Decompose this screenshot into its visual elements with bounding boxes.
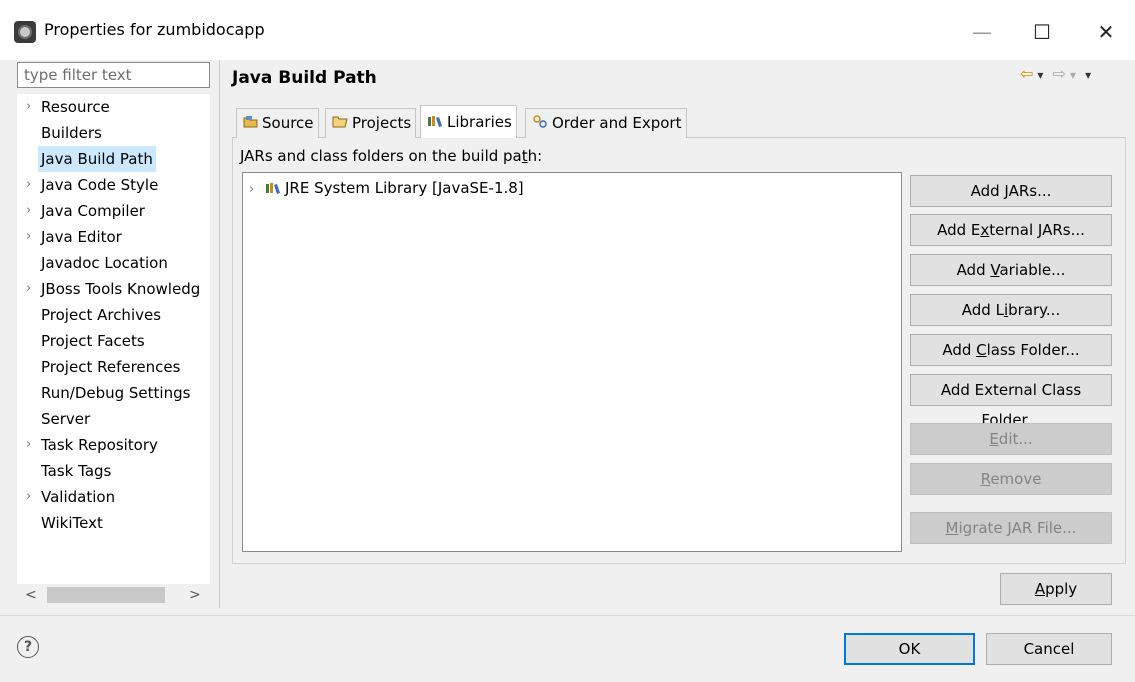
property-page-tree: › Resource Builders Java Build Path › Java… [17,94,210,584]
chevron-right-icon[interactable]: › [26,224,31,250]
page-title: Java Build Path [232,68,377,88]
window-title: Properties for zumbidocapp [44,20,265,39]
chevron-right-icon[interactable]: › [26,94,31,120]
nav-horizontal-scrollbar[interactable]: < > [17,584,210,606]
eclipse-app-icon [14,21,36,43]
libraries-heading: JARs and class folders on the build path… [240,147,543,165]
chevron-right-icon[interactable]: › [26,484,31,510]
chevron-right-icon[interactable]: › [249,182,254,197]
libraries-icon [428,116,442,127]
tab-libraries[interactable]: Libraries [420,105,517,138]
minimize-button[interactable]: — [962,14,1002,50]
close-button[interactable]: ✕ [1086,14,1126,50]
ok-button[interactable]: OK [844,633,975,665]
chevron-right-icon[interactable]: › [26,432,31,458]
view-menu-icon[interactable]: ▾ [1085,68,1091,82]
add-jars-button[interactable]: Add JARs... [910,175,1112,207]
forward-menu-icon[interactable]: ▾ [1070,68,1076,82]
history-navigation: ⇦ ▾ ⇨ ▾ ▾ [1016,64,1091,83]
cancel-button[interactable]: Cancel [986,633,1112,665]
add-external-jars-button[interactable]: Add External JARs... [910,214,1112,246]
chevron-right-icon[interactable]: › [26,172,31,198]
scrollbar-thumb[interactable] [47,587,165,603]
maximize-button[interactable]: ☐ [1022,14,1062,50]
forward-arrow-icon[interactable]: ⇨ [1053,64,1066,83]
projects-folder-icon [332,116,348,128]
help-icon[interactable]: ? [17,636,39,658]
add-class-folder-button[interactable]: Add Class Folder... [910,334,1112,366]
scroll-left-icon[interactable]: < [25,584,37,606]
library-icon [265,183,280,194]
back-menu-icon[interactable]: ▾ [1037,68,1043,82]
tab-projects[interactable]: Projects [325,108,417,138]
tab-order-export[interactable]: Order and Export [525,108,687,138]
add-variable-button[interactable]: Add Variable... [910,254,1112,286]
apply-button[interactable]: Apply [1000,573,1112,605]
footer-separator [0,615,1135,616]
back-arrow-icon[interactable]: ⇦ [1020,64,1033,83]
chevron-right-icon[interactable]: › [26,276,31,302]
migrate-jar-file-button[interactable]: Migrate JAR File... [910,512,1112,544]
filter-input[interactable] [17,62,210,88]
edit-button[interactable]: Edit... [910,423,1112,455]
tab-source[interactable]: Source [236,108,319,138]
libraries-tree[interactable]: › JRE System Library [JavaSE-1.8] [242,172,902,552]
scroll-right-icon[interactable]: > [189,584,201,606]
remove-button[interactable]: Remove [910,463,1112,495]
tree-item-jre-system-library[interactable]: › JRE System Library [JavaSE-1.8] [249,179,524,197]
panel-divider[interactable] [219,60,220,608]
source-folder-icon [243,116,258,128]
add-library-button[interactable]: Add Library... [910,294,1112,326]
add-external-class-folder-button[interactable]: Add External Class Folder... [910,374,1112,429]
chevron-right-icon[interactable]: › [26,198,31,224]
order-export-icon [533,115,547,128]
